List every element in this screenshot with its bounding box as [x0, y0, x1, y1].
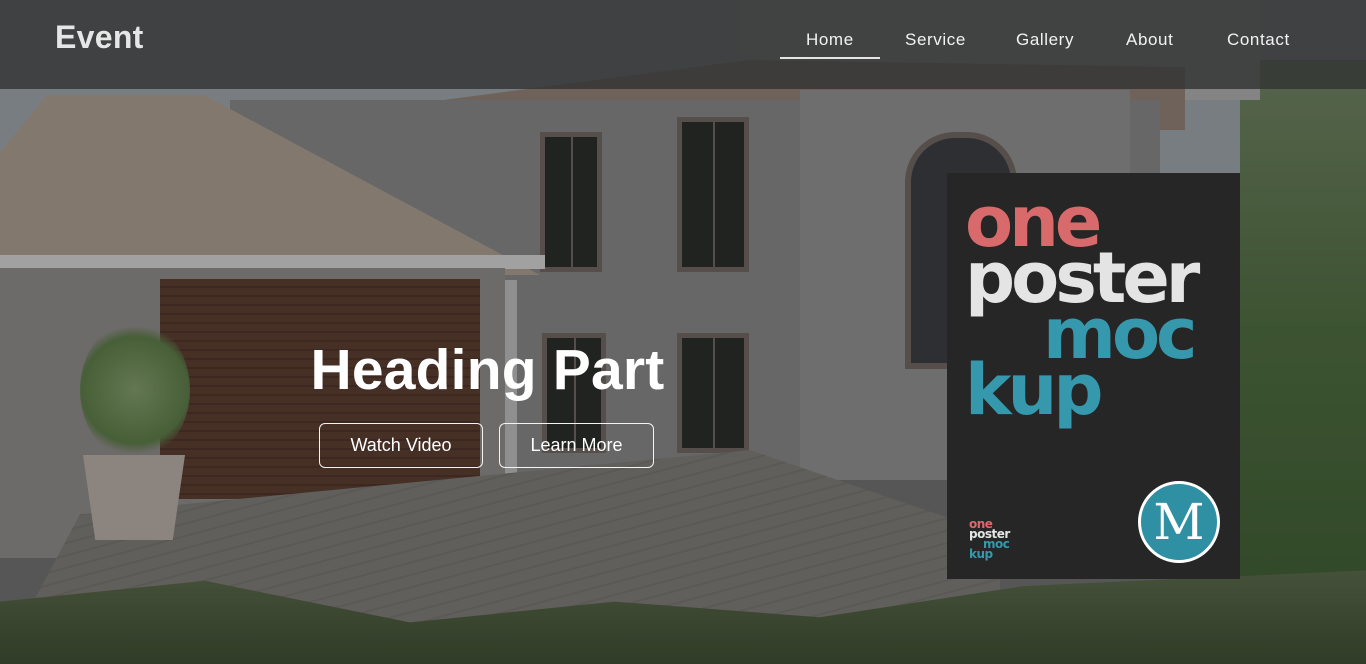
top-navbar: Event Home Service Gallery About Contact: [0, 0, 1366, 89]
poster-word-kup: kup: [965, 349, 1103, 431]
brand-logo[interactable]: Event: [55, 19, 144, 56]
hero-heading: Heading Part: [310, 338, 665, 402]
nav-item-gallery[interactable]: Gallery: [1016, 30, 1074, 50]
watch-video-button[interactable]: Watch Video: [319, 423, 483, 468]
nav-item-service[interactable]: Service: [905, 30, 966, 50]
nav-item-contact[interactable]: Contact: [1227, 30, 1290, 50]
learn-more-button[interactable]: Learn More: [499, 423, 654, 468]
nav-item-about[interactable]: About: [1126, 30, 1173, 50]
nav-item-home[interactable]: Home: [780, 30, 880, 59]
poster-small-kup: kup: [969, 547, 993, 561]
m-logo-icon: M: [1138, 481, 1220, 563]
poster-mockup: one poster moc kup one poster moc kup M: [947, 173, 1240, 579]
